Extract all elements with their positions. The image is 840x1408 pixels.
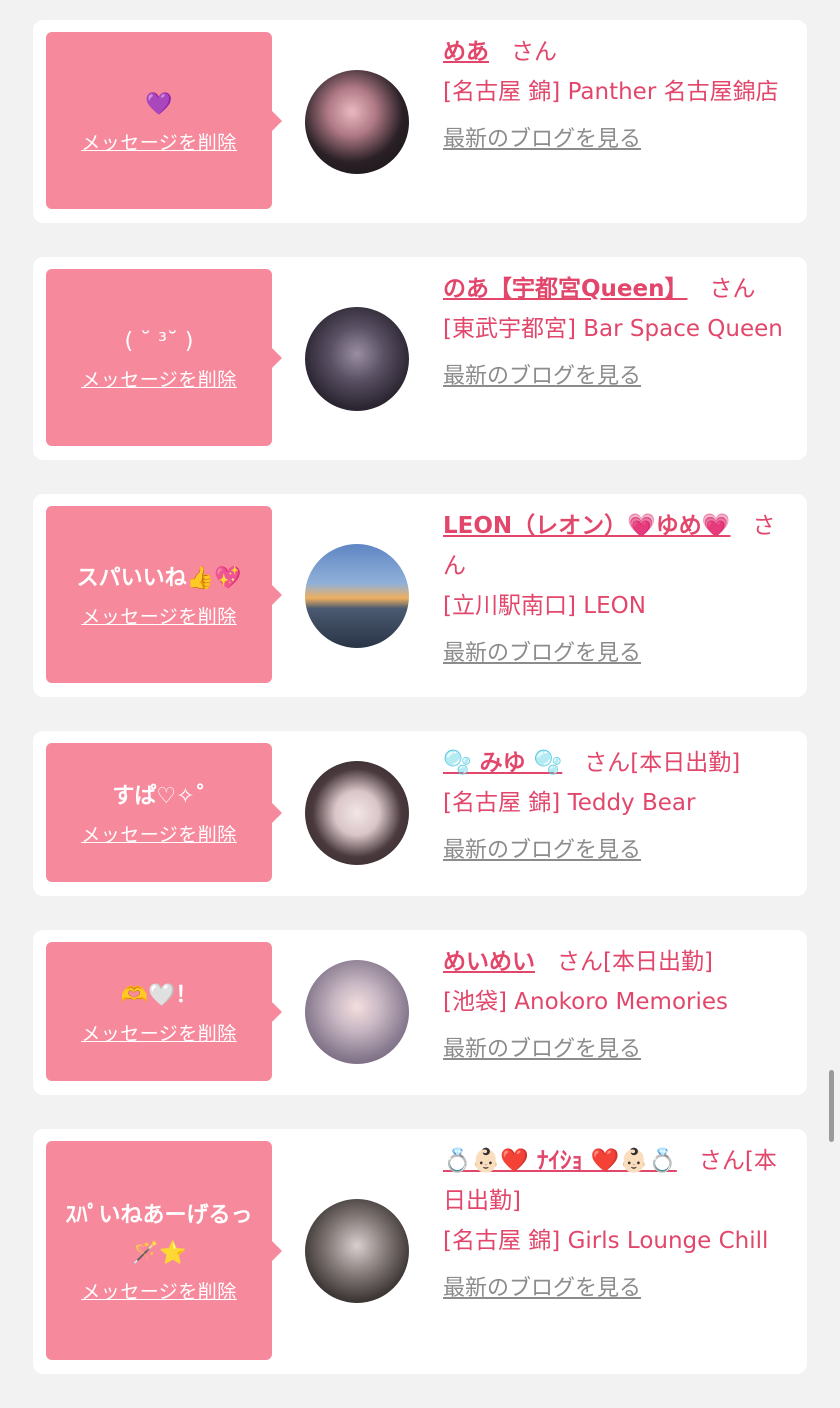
- latest-blog-link[interactable]: 最新のブログを見る: [443, 120, 641, 160]
- avatar[interactable]: [305, 1199, 409, 1303]
- latest-blog-link[interactable]: 最新のブログを見る: [443, 1030, 641, 1070]
- san-suffix: さん: [511, 39, 557, 65]
- delete-message-link[interactable]: メッセージを削除: [81, 1019, 237, 1046]
- cast-name-link[interactable]: のあ【宇都宮Queen】: [443, 276, 688, 302]
- avatar[interactable]: [305, 761, 409, 865]
- shop-name: [池袋] Anokoro Memories: [443, 989, 728, 1015]
- message-card: スパいいね👍💖 メッセージを削除 LEON（レオン）💗ゆめ💗 さん [立川駅南口]…: [33, 494, 807, 697]
- cast-info: のあ【宇都宮Queen】 さん [東武宇都宮] Bar Space Queen 最…: [443, 269, 793, 397]
- message-card: 🫶🤍！ メッセージを削除 めいめい さん[本日出勤] [池袋] Anokoro M…: [33, 930, 807, 1095]
- cast-name-link[interactable]: めあ: [443, 39, 489, 65]
- avatar[interactable]: [305, 307, 409, 411]
- avatar[interactable]: [305, 70, 409, 174]
- message-bubble: 💜 メッセージを削除: [46, 32, 282, 209]
- avatar[interactable]: [305, 544, 409, 648]
- attendance-badge: [本日出勤]: [630, 750, 741, 776]
- cast-info: 💍👶🏻❤️ ﾅｲｼｮ ❤️👶🏻💍 さん[本日出勤] [名古屋 錦] Girls L…: [443, 1141, 793, 1309]
- message-card: ｽﾊﾟいねあーげるっ🪄⭐ メッセージを削除 💍👶🏻❤️ ﾅｲｼｮ ❤️👶🏻💍 さん…: [33, 1129, 807, 1374]
- message-text: すぱ♡✧˚: [112, 784, 206, 809]
- message-list: 💜 メッセージを削除 めあ さん [名古屋 錦] Panther 名古屋錦店 最新…: [33, 20, 807, 1408]
- message-text: ( ˘ ³˘ ): [124, 329, 194, 354]
- message-text: ｽﾊﾟいねあーげるっ🪄⭐: [65, 1203, 253, 1266]
- message-text: スパいいね👍💖: [76, 566, 242, 591]
- cast-info: 🫧 みゆ 🫧 さん[本日出勤] [名古屋 錦] Teddy Bear 最新のブログ…: [443, 743, 793, 871]
- delete-message-link[interactable]: メッセージを削除: [81, 128, 237, 155]
- cast-info: LEON（レオン）💗ゆめ💗 さん [立川駅南口] LEON 最新のブログを見る: [443, 506, 793, 674]
- message-card: 💜 メッセージを削除 めあ さん [名古屋 錦] Panther 名古屋錦店 最新…: [33, 20, 807, 223]
- message-bubble: ( ˘ ³˘ ) メッセージを削除: [46, 269, 282, 446]
- cast-info: めいめい さん[本日出勤] [池袋] Anokoro Memories 最新のブロ…: [443, 942, 793, 1070]
- cast-name-link[interactable]: 💍👶🏻❤️ ﾅｲｼｮ ❤️👶🏻💍: [443, 1148, 677, 1174]
- san-suffix: さん: [557, 949, 603, 975]
- cast-name-link[interactable]: 🫧 みゆ 🫧: [443, 750, 562, 776]
- delete-message-link[interactable]: メッセージを削除: [81, 1277, 237, 1304]
- message-bubble: 🫶🤍！ メッセージを削除: [46, 942, 282, 1081]
- latest-blog-link[interactable]: 最新のブログを見る: [443, 357, 641, 397]
- cast-name-link[interactable]: LEON（レオン）💗ゆめ💗: [443, 513, 730, 539]
- san-suffix: さん: [584, 750, 631, 776]
- message-bubble: ｽﾊﾟいねあーげるっ🪄⭐ メッセージを削除: [46, 1141, 282, 1360]
- shop-name: [名古屋 錦] Girls Lounge Chill: [443, 1228, 769, 1254]
- message-text: 🫶🤍！: [120, 983, 198, 1008]
- message-bubble: スパいいね👍💖 メッセージを削除: [46, 506, 282, 683]
- san-suffix: さん: [709, 276, 756, 302]
- san-suffix: さん: [698, 1148, 745, 1174]
- delete-message-link[interactable]: メッセージを削除: [81, 820, 237, 847]
- delete-message-link[interactable]: メッセージを削除: [81, 365, 237, 392]
- shop-name: [名古屋 錦] Teddy Bear: [443, 790, 696, 816]
- scrollbar[interactable]: [829, 1070, 834, 1142]
- cast-name-link[interactable]: めいめい: [443, 949, 535, 975]
- shop-name: [立川駅南口] LEON: [443, 593, 646, 619]
- attendance-badge: [本日出勤]: [603, 949, 713, 975]
- avatar[interactable]: [305, 960, 409, 1064]
- latest-blog-link[interactable]: 最新のブログを見る: [443, 634, 641, 674]
- message-text: 💜: [145, 92, 173, 117]
- message-card: ( ˘ ³˘ ) メッセージを削除 のあ【宇都宮Queen】 さん [東武宇都宮]…: [33, 257, 807, 460]
- message-bubble: すぱ♡✧˚ メッセージを削除: [46, 743, 282, 882]
- delete-message-link[interactable]: メッセージを削除: [81, 602, 237, 629]
- cast-info: めあ さん [名古屋 錦] Panther 名古屋錦店 最新のブログを見る: [443, 32, 793, 160]
- latest-blog-link[interactable]: 最新のブログを見る: [443, 1269, 641, 1309]
- shop-name: [名古屋 錦] Panther 名古屋錦店: [443, 79, 779, 105]
- shop-name: [東武宇都宮] Bar Space Queen: [443, 316, 783, 342]
- message-card: すぱ♡✧˚ メッセージを削除 🫧 みゆ 🫧 さん[本日出勤] [名古屋 錦] Te…: [33, 731, 807, 896]
- latest-blog-link[interactable]: 最新のブログを見る: [443, 831, 641, 871]
